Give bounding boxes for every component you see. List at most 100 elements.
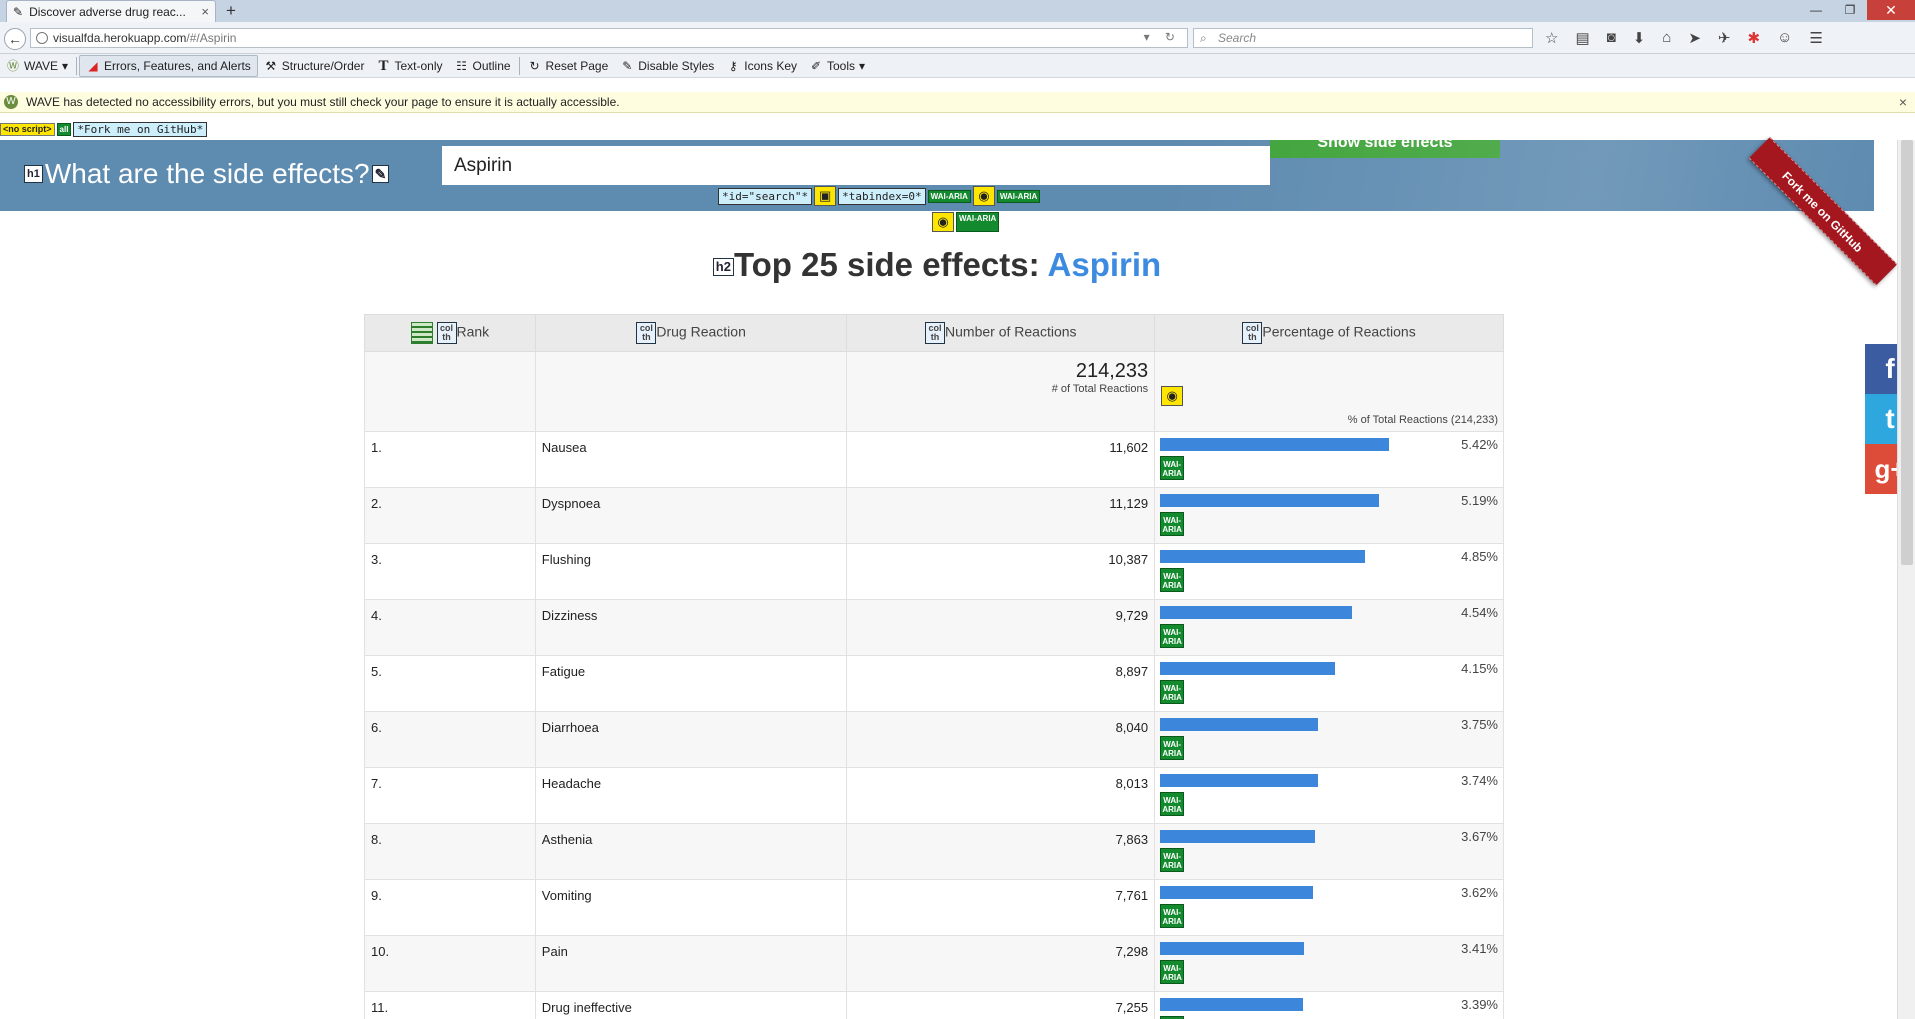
url-host: visualfda.herokuapp.com	[53, 31, 187, 45]
column-header-reaction[interactable]: col th Drug Reaction	[534, 314, 848, 352]
wai-aria-badge[interactable]: WAI-ARIA	[1160, 680, 1185, 704]
scrollbar-thumb[interactable]	[1901, 140, 1913, 565]
drug-search-input[interactable]	[442, 146, 1270, 185]
aria-badge[interactable]: all	[56, 122, 72, 136]
wai-aria-badge[interactable]: WAI-ARIA	[1160, 736, 1185, 760]
extension-icon[interactable]: ✈	[1718, 29, 1731, 47]
wai-aria-badge[interactable]: WAI-ARIA	[1160, 792, 1185, 816]
noscript-badge[interactable]: <no script>	[0, 122, 55, 136]
back-button[interactable]: ←	[4, 28, 26, 50]
icons-key-button[interactable]: ⚷ Icons Key	[720, 55, 803, 77]
table-row: 7. Headache 8,013 WAI-ARIA 3.74%	[364, 767, 1504, 824]
page-scrollbar[interactable]	[1897, 140, 1915, 1019]
percentage-label: 3.39%	[1461, 997, 1498, 1012]
wave-logo-icon: Ⓦ	[6, 58, 19, 73]
wai-aria-badge[interactable]: WAI-ARIA	[1160, 904, 1185, 928]
reading-list-icon[interactable]: ▤	[1575, 29, 1589, 47]
rank-cell: 10.	[364, 935, 536, 992]
table-row: 9. Vomiting 7,761 WAI-ARIA 3.62%	[364, 879, 1504, 936]
percentage-cell: WAI-ARIA 3.41%	[1154, 935, 1504, 992]
percentage-bar	[1160, 494, 1380, 507]
errors-features-button[interactable]: ◢ Errors, Features, and Alerts	[79, 54, 258, 77]
home-icon[interactable]: ⌂	[1662, 29, 1671, 47]
search-id-annotation[interactable]: *id="search"*	[718, 187, 813, 205]
send-icon[interactable]: ➤	[1688, 29, 1701, 47]
menu-icon[interactable]: ☰	[1809, 29, 1822, 47]
search-icon: ⌕	[1200, 31, 1207, 45]
close-icon[interactable]: ×	[1899, 94, 1907, 110]
count-cell: 7,298	[846, 935, 1156, 992]
wai-aria-badge[interactable]: WAI-ARIA	[1160, 456, 1185, 480]
table-row: 6. Diarrhoea 8,040 WAI-ARIA 3.75%	[364, 711, 1504, 768]
tabindex-annotation[interactable]: *tabindex=0*	[838, 187, 926, 205]
outline-button[interactable]: ☷ Outline	[449, 55, 517, 77]
address-bar[interactable]: visualfda.herokuapp.com/#/Aspirin ▾ ↻	[30, 28, 1188, 48]
tab-close-icon[interactable]: ×	[201, 4, 209, 19]
url-dropdown-reload-icons[interactable]: ▾ ↻	[1144, 30, 1181, 44]
table-row: 10. Pain 7,298 WAI-ARIA 3.41%	[364, 935, 1504, 992]
download-icon[interactable]: ⬇	[1633, 29, 1646, 47]
reset-page-button[interactable]: ↻ Reset Page	[522, 55, 615, 77]
minimize-button[interactable]: —	[1799, 0, 1833, 20]
percentage-cell: WAI-ARIA 4.15%	[1154, 655, 1504, 712]
side-effects-table: col th Rank col th Drug Reaction col th Num…	[364, 314, 1504, 1019]
percentage-cell: WAI-ARIA 3.75%	[1154, 711, 1504, 768]
wai-aria-badge[interactable]: WAI-ARIA	[927, 189, 971, 203]
palette-icon: ✎	[622, 58, 633, 73]
count-cell: 11,129	[846, 487, 1156, 544]
wai-aria-badge[interactable]: WAI-ARIA	[996, 189, 1041, 203]
wai-aria-badge[interactable]: WAI-ARIA	[1160, 624, 1185, 648]
table-row: 11.Drug ineffective7,255WAI-ARIA3.39%	[364, 991, 1504, 1019]
form-label-icon[interactable]: ▣	[814, 186, 837, 206]
wave-menu[interactable]: Ⓦ WAVE ▾	[0, 55, 74, 77]
browser-tab[interactable]: ✎ Discover adverse drug reac... ×	[6, 0, 216, 22]
column-label: Percentage of Reactions	[1262, 323, 1416, 340]
text-only-label: Text-only	[394, 58, 443, 73]
text-only-button[interactable]: T Text-only	[370, 55, 448, 77]
chevron-down-icon: ▾	[859, 58, 866, 73]
count-cell: 9,729	[846, 599, 1156, 656]
eye-icon[interactable]: ◉	[972, 186, 995, 206]
rank-cell: 11.	[364, 991, 536, 1019]
wai-aria-badge[interactable]: WAI-ARIA	[1160, 512, 1185, 536]
wai-aria-badge[interactable]: WAI-ARIA	[1160, 960, 1185, 984]
eye-icon[interactable]: ◉	[932, 212, 954, 232]
h2-badge[interactable]: h2	[712, 258, 734, 277]
h1-badge[interactable]: h1	[24, 165, 43, 183]
browser-search-bar[interactable]: ⌕ Search	[1193, 28, 1533, 48]
eye-icon[interactable]: ◉	[1161, 386, 1184, 406]
tools-button[interactable]: ✐ Tools ▾	[803, 55, 871, 77]
structure-badge-icon[interactable]: ✎	[371, 165, 390, 183]
chat-icon[interactable]: ☺	[1777, 29, 1792, 47]
table-row: 1. Nausea 11,602 WAI-ARIA 5.42%	[364, 431, 1504, 488]
show-side-effects-button[interactable]: Show side effects	[1270, 140, 1500, 158]
structure-icon: ⚒	[265, 58, 277, 73]
pocket-icon[interactable]: ◙	[1607, 29, 1616, 47]
close-window-button[interactable]: ✕	[1867, 0, 1915, 20]
column-header-count[interactable]: col th Number of Reactions	[846, 314, 1156, 352]
percentage-cell: WAI-ARIA 3.67%	[1154, 823, 1504, 880]
table-row: 3. Flushing 10,387 WAI-ARIA 4.85%	[364, 543, 1504, 600]
percentage-cell: WAI-ARIA 5.19%	[1154, 487, 1504, 544]
count-cell: 7,863	[846, 823, 1156, 880]
fork-label-annotation[interactable]: *Fork me on GitHub*	[73, 121, 208, 137]
wai-aria-badge[interactable]: WAI-ARIA	[1160, 848, 1185, 872]
wai-aria-badge[interactable]: WAI-ARIA	[1160, 568, 1185, 592]
percentage-label: 3.41%	[1461, 941, 1498, 956]
column-header-rank[interactable]: col th Rank	[364, 314, 536, 352]
globe-icon	[36, 32, 48, 44]
maximize-button[interactable]: ❐	[1833, 0, 1867, 20]
table-row: 8. Asthenia 7,863 WAI-ARIA 3.67%	[364, 823, 1504, 880]
notice-text: WAVE has detected no accessibility error…	[26, 95, 620, 109]
column-header-percentage[interactable]: col th Percentage of Reactions	[1154, 314, 1504, 352]
new-tab-button[interactable]: +	[226, 1, 236, 21]
percentage-label: 4.85%	[1461, 549, 1498, 564]
disable-styles-button[interactable]: ✎ Disable Styles	[614, 55, 720, 77]
count-cell: 7,255	[846, 991, 1156, 1019]
percentage-label: 3.75%	[1461, 717, 1498, 732]
structure-order-button[interactable]: ⚒ Structure/Order	[258, 55, 371, 77]
bookmark-star-icon[interactable]: ☆	[1545, 29, 1558, 47]
wai-aria-badge[interactable]: WAI-ARIA	[956, 212, 1000, 232]
outline-icon: ☷	[456, 58, 467, 73]
addon-red-icon[interactable]: ✱	[1748, 29, 1761, 47]
